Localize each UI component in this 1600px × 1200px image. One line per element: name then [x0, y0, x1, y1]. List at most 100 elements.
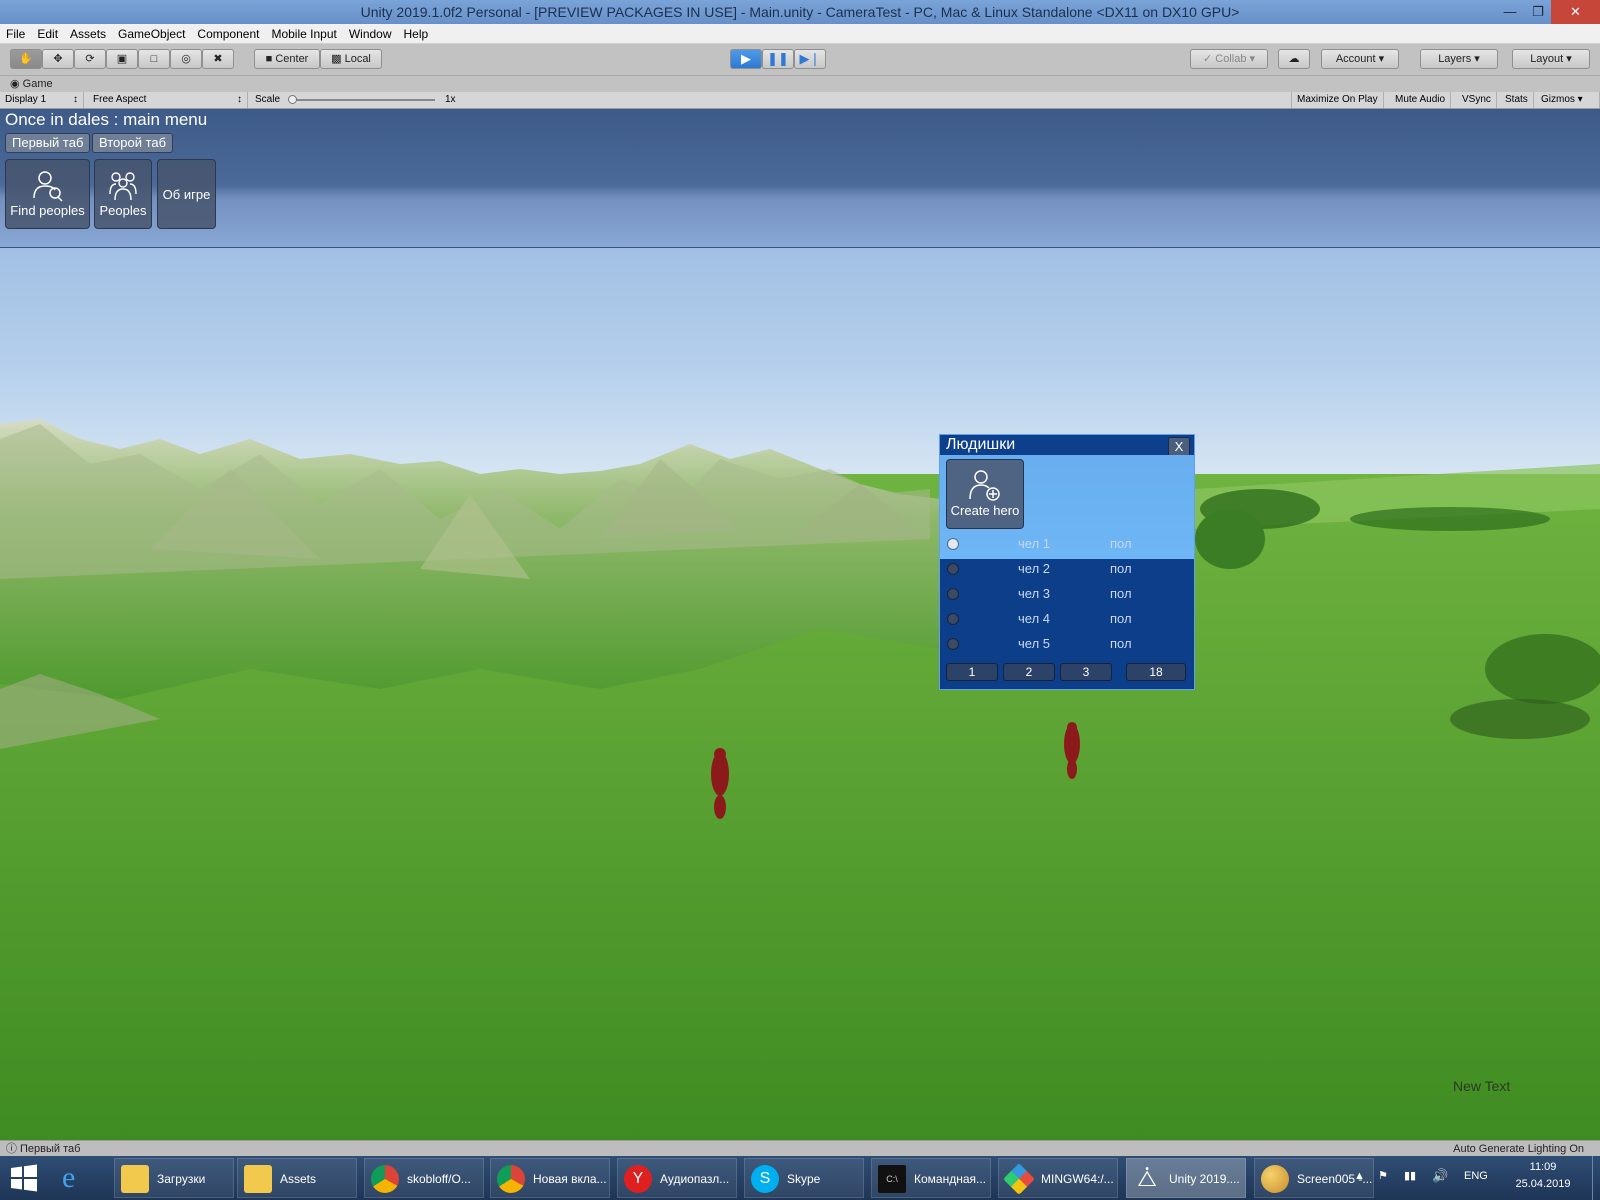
play-icon[interactable]: ▶ — [730, 49, 762, 69]
taskbar-skype[interactable]: S Skype — [744, 1158, 864, 1198]
step-icon[interactable]: ▶❘ — [794, 49, 826, 69]
taskbar-assets[interactable]: Assets — [237, 1158, 357, 1198]
taskbar-unity[interactable]: ⧊ Unity 2019.... — [1126, 1158, 1246, 1198]
tab-second[interactable]: Второй таб — [92, 133, 174, 153]
collab-button[interactable]: ✓ Collab ▾ — [1190, 49, 1268, 69]
clock-date[interactable]: 25.04.2019 — [1512, 1178, 1574, 1190]
list-item[interactable]: чел 1 пол — [940, 532, 1194, 557]
taskbar-cmd[interactable]: C:\ Командная... — [871, 1158, 991, 1198]
menu-component[interactable]: Component — [191, 24, 265, 44]
taskbar-yandex[interactable]: Y Аудиопазл... — [617, 1158, 737, 1198]
display-dropdown[interactable]: Display 1 ↕ — [0, 92, 84, 108]
main-toolbar: ✋ ✥ ⟳ ▣ □ ◎ ✖ ■ Center ▩ Local ▶ ❚❚ ▶❘ ✓… — [0, 44, 1600, 76]
person-sex: пол — [1110, 636, 1132, 651]
peoples-button[interactable]: Peoples — [94, 159, 152, 229]
flag-icon[interactable]: ⚑ — [1378, 1169, 1388, 1182]
page-button-2[interactable]: 2 — [1003, 663, 1055, 681]
internet-explorer-icon[interactable]: e — [62, 1162, 94, 1194]
list-item[interactable]: чел 2 пол — [940, 557, 1194, 582]
center-label: Center — [275, 53, 309, 65]
language-indicator[interactable]: ENG — [1464, 1170, 1488, 1182]
list-item[interactable]: чел 3 пол — [940, 582, 1194, 607]
page-button-last[interactable]: 18 — [1126, 663, 1186, 681]
move-tool-icon[interactable]: ✥ — [42, 49, 74, 69]
minimize-icon[interactable]: — — [1495, 0, 1525, 24]
volume-icon[interactable]: 🔊 — [1432, 1168, 1448, 1184]
menu-bar: File Edit Assets GameObject Component Mobile … — [0, 24, 1600, 44]
menu-edit[interactable]: Edit — [31, 24, 64, 44]
menu-assets[interactable]: Assets — [64, 24, 112, 44]
pivot-center-button[interactable]: ■ Center — [254, 49, 320, 69]
maximize-on-play-toggle[interactable]: Maximize On Play — [1291, 92, 1384, 108]
account-dropdown[interactable]: Account ▾ — [1321, 49, 1399, 69]
scale-slider-handle[interactable] — [288, 95, 297, 104]
layout-dropdown[interactable]: Layout ▾ — [1512, 49, 1590, 69]
menu-mobile-input[interactable]: Mobile Input — [265, 24, 342, 44]
radio-button[interactable] — [947, 563, 959, 575]
hand-tool-icon[interactable]: ✋ — [10, 49, 42, 69]
create-hero-button[interactable]: Create hero — [946, 459, 1024, 529]
scale-tool-icon[interactable]: ▣ — [106, 49, 138, 69]
task-label: Загрузки — [157, 1172, 206, 1186]
close-window-icon[interactable]: ✕ — [1551, 0, 1600, 24]
network-icon[interactable]: ▮▮ — [1404, 1169, 1416, 1182]
show-hidden-icons-icon[interactable]: ▲ — [1354, 1170, 1365, 1182]
dropdown-arrow-icon: ↕ — [237, 94, 242, 105]
vsync-toggle[interactable]: VSync — [1457, 92, 1497, 108]
gizmos-dropdown[interactable]: Gizmos ▾ — [1536, 92, 1600, 108]
game-view[interactable]: Once in dales : main menu Первый таб Вто… — [0, 109, 1600, 1140]
restore-icon[interactable]: ❐ — [1523, 0, 1553, 24]
radio-button[interactable] — [947, 538, 959, 550]
task-label: Assets — [280, 1172, 317, 1186]
find-peoples-button[interactable]: Find peoples — [5, 159, 90, 229]
command-prompt-icon: C:\ — [878, 1165, 906, 1193]
rotate-tool-icon[interactable]: ⟳ — [74, 49, 106, 69]
list-item[interactable]: чел 5 пол — [940, 632, 1194, 657]
page-button-1[interactable]: 1 — [946, 663, 998, 681]
person-name: чел 2 — [1018, 561, 1050, 576]
mute-audio-toggle[interactable]: Mute Audio — [1390, 92, 1452, 108]
custom-tool-icon[interactable]: ✖ — [202, 49, 234, 69]
game-tab[interactable]: ◉ Game — [0, 76, 1600, 92]
layers-dropdown[interactable]: Layers ▾ — [1420, 49, 1498, 69]
tab-first[interactable]: Первый таб — [5, 133, 91, 153]
taskbar-chrome-2[interactable]: Новая вкла... — [490, 1158, 610, 1198]
radio-button[interactable] — [947, 588, 959, 600]
people-window-close-button[interactable]: X — [1168, 437, 1190, 457]
windows-start-icon[interactable] — [8, 1162, 40, 1194]
taskbar-downloads[interactable]: Загрузки — [114, 1158, 234, 1198]
stats-toggle[interactable]: Stats — [1500, 92, 1534, 108]
scale-value: 1x — [445, 94, 456, 105]
transform-tool-icon[interactable]: ◎ — [170, 49, 202, 69]
pause-icon[interactable]: ❚❚ — [762, 49, 794, 69]
window-title: Unity 2019.1.0f2 Personal - [PREVIEW PAC… — [360, 4, 1240, 20]
scale-slider-track[interactable] — [290, 99, 435, 101]
show-desktop-button[interactable] — [1592, 1156, 1600, 1200]
radio-button[interactable] — [947, 638, 959, 650]
taskbar-chrome-1[interactable]: skobloff/O... — [364, 1158, 484, 1198]
cloud-icon[interactable]: ☁ — [1278, 49, 1310, 69]
game-view-toolbar: Display 1 ↕ Free Aspect ↕ Scale 1x Maxim… — [0, 92, 1600, 109]
person-name: чел 5 — [1018, 636, 1050, 651]
list-item[interactable]: чел 4 пол — [940, 607, 1194, 632]
menu-window[interactable]: Window — [343, 24, 398, 44]
info-icon: ⓘ — [6, 1143, 17, 1155]
local-label: Local — [344, 53, 371, 65]
clock-time[interactable]: 11:09 — [1518, 1161, 1568, 1173]
menu-help[interactable]: Help — [398, 24, 435, 44]
paint-icon — [1261, 1165, 1289, 1193]
pivot-local-button[interactable]: ▩ Local — [320, 49, 382, 69]
page-button-3[interactable]: 3 — [1060, 663, 1112, 681]
aspect-dropdown[interactable]: Free Aspect ↕ — [88, 92, 248, 108]
people-window-title: Людишки — [940, 435, 1194, 455]
taskbar-mingw[interactable]: MINGW64:/... — [998, 1158, 1118, 1198]
radio-button[interactable] — [947, 613, 959, 625]
status-bar: ⓘ Первый таб Auto Generate Lighting On — [0, 1140, 1600, 1156]
rect-tool-icon[interactable]: □ — [138, 49, 170, 69]
task-label: MINGW64:/... — [1041, 1172, 1114, 1186]
about-game-button[interactable]: Об игре — [157, 159, 216, 229]
menu-file[interactable]: File — [0, 24, 31, 44]
lighting-status[interactable]: Auto Generate Lighting On — [1453, 1141, 1584, 1157]
menu-gameobject[interactable]: GameObject — [112, 24, 191, 44]
layers-label: Layers — [1438, 53, 1472, 65]
